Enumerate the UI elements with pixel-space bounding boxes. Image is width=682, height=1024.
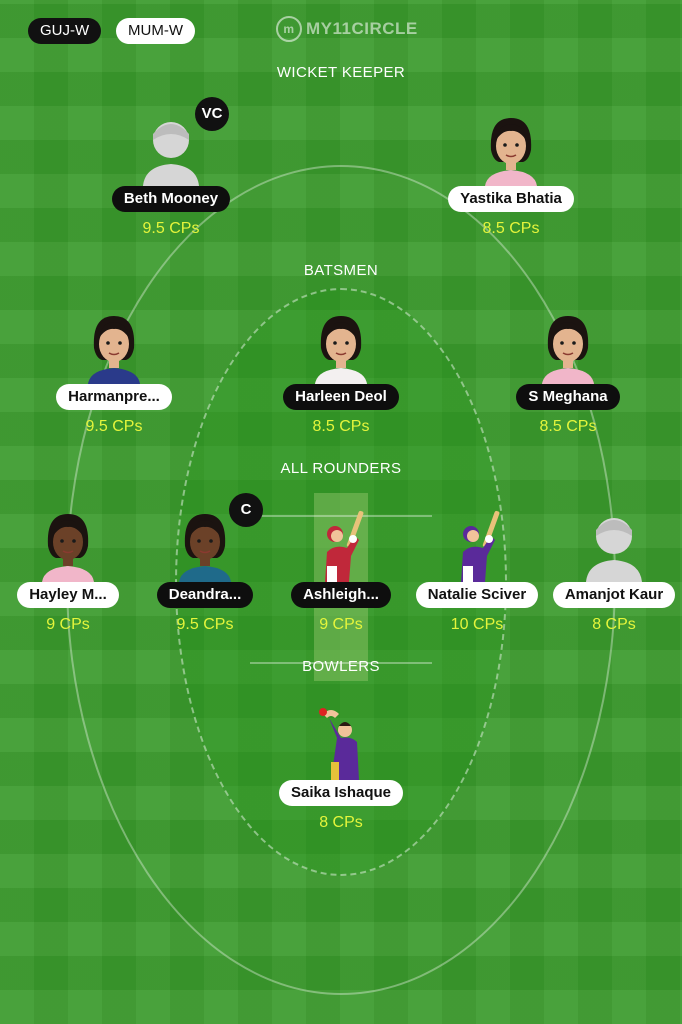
player-card-deandra-dottin[interactable]: Deandra... 9.5 CPs C xyxy=(140,493,270,634)
silhouette-avatar-icon xyxy=(139,110,203,186)
player-credits: 9.5 CPs xyxy=(176,616,234,633)
player-credits: 8.5 CPs xyxy=(482,220,540,237)
batter-icon xyxy=(445,506,509,582)
player-photo-avatar xyxy=(309,308,373,384)
player-photo-avatar xyxy=(82,308,146,384)
player-card-ashleigh-gardner[interactable]: Ashleigh... 9 CPs xyxy=(276,506,406,634)
batter-icon xyxy=(309,506,373,582)
player-photo-avatar xyxy=(36,506,100,582)
player-credits: 9 CPs xyxy=(319,616,363,633)
player-credits: 8 CPs xyxy=(319,814,363,831)
logo-text: MY11CIRCLE xyxy=(306,19,418,38)
captain-badge: C xyxy=(229,493,263,527)
player-card-beth-mooney[interactable]: Beth Mooney 9.5 CPs VC xyxy=(106,97,236,238)
player-name: Harmanpre... xyxy=(56,384,172,410)
player-name: Deandra... xyxy=(156,582,254,608)
player-credits: 9 CPs xyxy=(46,616,90,633)
player-credits: 10 CPs xyxy=(450,616,504,633)
player-name: Harleen Deol xyxy=(283,384,399,410)
player-credits: 8.5 CPs xyxy=(312,418,370,435)
cricket-field: GUJ-W MUM-W m MY11CIRCLE WICKET KEEPER B… xyxy=(0,0,682,1024)
player-name: Yastika Bhatia xyxy=(448,186,574,212)
bowler-icon xyxy=(309,704,373,780)
player-credits: 9.5 CPs xyxy=(85,418,143,435)
player-card-harleen-deol[interactable]: Harleen Deol 8.5 CPs xyxy=(276,308,406,436)
player-card-natalie-sciver[interactable]: Natalie Sciver 10 CPs xyxy=(412,506,542,634)
player-name: Natalie Sciver xyxy=(415,582,539,608)
team-chip-guj-w: GUJ-W xyxy=(28,18,102,44)
player-photo-avatar xyxy=(536,308,600,384)
section-title-wicket-keeper: WICKET KEEPER xyxy=(276,64,406,81)
vice-captain-badge: VC xyxy=(195,97,229,131)
player-name: Amanjot Kaur xyxy=(552,582,676,608)
player-photo-avatar xyxy=(479,110,543,186)
player-credits: 8 CPs xyxy=(592,616,636,633)
player-name: Saika Ishaque xyxy=(278,780,404,806)
logo-mark-icon: m xyxy=(276,16,302,42)
player-name: S Meghana xyxy=(516,384,620,410)
player-credits: 8.5 CPs xyxy=(539,418,597,435)
app-logo: m MY11CIRCLE xyxy=(276,16,418,42)
section-title-bowlers: BOWLERS xyxy=(302,658,380,675)
player-name: Beth Mooney xyxy=(111,186,231,212)
section-title-all-rounders: ALL ROUNDERS xyxy=(280,460,402,477)
player-card-amanjot-kaur[interactable]: Amanjot Kaur 8 CPs xyxy=(549,506,679,634)
player-card-s-meghana[interactable]: S Meghana 8.5 CPs xyxy=(503,308,633,436)
player-name: Ashleigh... xyxy=(291,582,391,608)
player-card-harmanpreet[interactable]: Harmanpre... 9.5 CPs xyxy=(49,308,179,436)
player-card-yastika-bhatia[interactable]: Yastika Bhatia 8.5 CPs xyxy=(446,110,576,238)
team-chip-mum-w: MUM-W xyxy=(116,18,195,44)
player-credits: 9.5 CPs xyxy=(142,220,200,237)
section-title-batsmen: BATSMEN xyxy=(303,262,379,279)
player-card-hayley-matthews[interactable]: Hayley M... 9 CPs xyxy=(3,506,133,634)
player-photo-avatar xyxy=(173,506,237,582)
silhouette-avatar-icon xyxy=(582,506,646,582)
player-name: Hayley M... xyxy=(17,582,119,608)
player-card-saika-ishaque[interactable]: Saika Ishaque 8 CPs xyxy=(276,704,406,832)
